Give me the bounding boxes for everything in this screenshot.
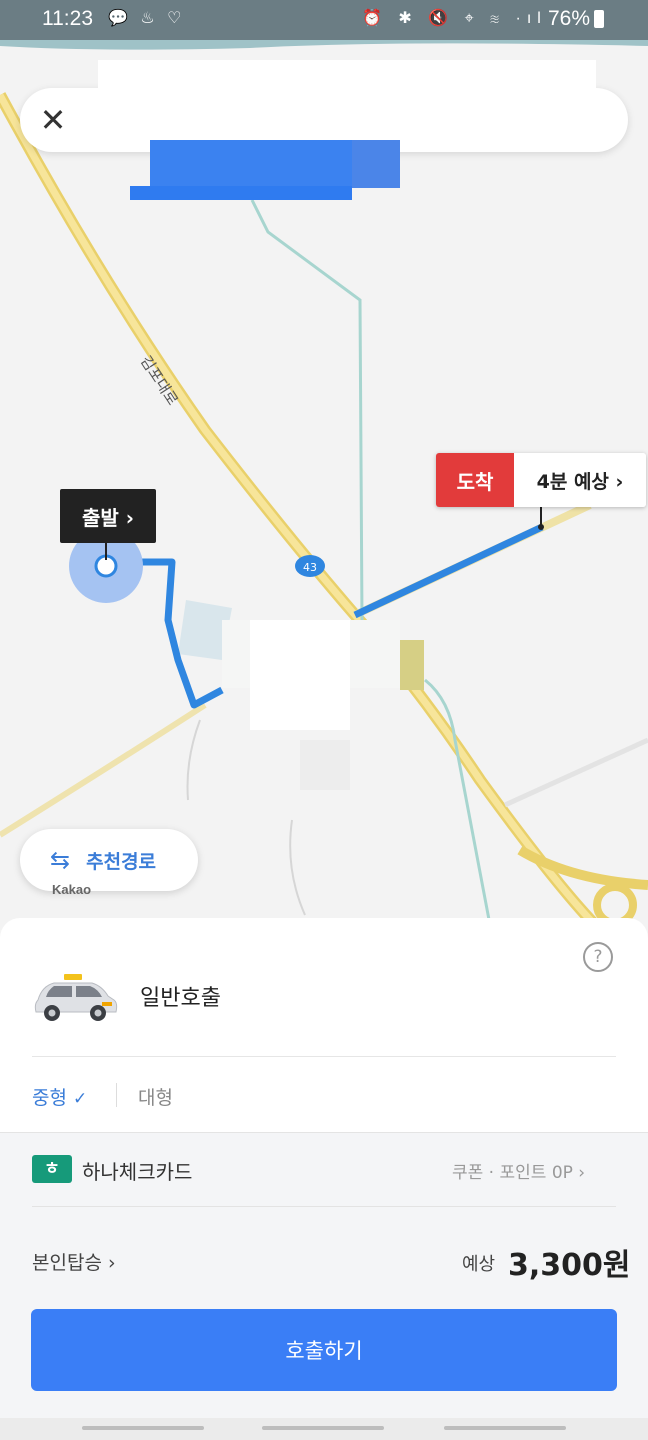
help-icon[interactable]: ?	[583, 942, 613, 972]
nav-back[interactable]	[444, 1426, 566, 1430]
fare-price: 3,300원	[508, 1248, 631, 1283]
route-line-end	[353, 523, 544, 619]
divider-2	[32, 1206, 616, 1207]
nav-recent[interactable]	[82, 1426, 204, 1430]
close-icon[interactable]: ✕	[36, 101, 70, 139]
call-taxi-button[interactable]: 호출하기	[31, 1309, 617, 1391]
path-line-2	[289, 819, 306, 916]
start-label[interactable]: 출발 ›	[60, 489, 157, 543]
taxi-icon	[34, 974, 118, 1021]
size-separator	[116, 1083, 117, 1107]
notification-icons: 💬 ♨ ♡	[108, 10, 186, 27]
battery-icon	[594, 10, 604, 28]
payment-card[interactable]: 하나체크카드	[82, 1156, 192, 1185]
nav-home[interactable]	[262, 1426, 384, 1430]
estimate-label: 예상	[462, 1254, 496, 1275]
check-icon: ✓	[72, 1089, 88, 1109]
redacted-address	[98, 60, 596, 142]
system-nav-bar	[0, 1418, 648, 1440]
redacted-underline	[130, 186, 352, 200]
river-area	[0, 40, 648, 50]
minor-road	[503, 737, 648, 808]
size-option-large[interactable]: 대형	[138, 1083, 173, 1110]
arrival-tag: 도착	[436, 453, 514, 507]
redacted-highlight-2	[352, 140, 400, 188]
self-ride-option[interactable]: 본인탑승 ›	[32, 1248, 116, 1275]
status-time: 11:23	[42, 7, 93, 30]
coupon-point-link[interactable]: 쿠폰 · 포인트 0P ›	[452, 1158, 585, 1183]
card-logo-icon: ㅎ	[32, 1155, 72, 1183]
status-bar: 11:23 💬 ♨ ♡ ⏰ ✱ 🔇 ⌖ ≋ ·ıl 76%	[0, 0, 648, 40]
service-name[interactable]: 일반호출	[140, 980, 221, 1012]
recommend-route-button[interactable]: ⇆ 추천경로	[20, 829, 198, 891]
size-option-mid-label: 중형	[32, 1087, 67, 1109]
size-option-mid[interactable]: 중형 ✓	[32, 1083, 87, 1110]
arrival-label[interactable]: 도착 4분 예상 ›	[436, 453, 646, 507]
route-icon: ⇆	[50, 846, 71, 874]
eta-label: 4분 예상 ›	[514, 453, 646, 507]
road-number: 43	[303, 561, 317, 574]
system-status-icons: ⏰ ✱ 🔇 ⌖ ≋ ·ıl	[362, 10, 547, 27]
side-road	[0, 702, 207, 838]
battery-percent: 76%	[548, 7, 591, 30]
map-logo: Kakao	[52, 882, 92, 897]
recommend-route-label: 추천경로	[86, 850, 157, 873]
divider	[32, 1056, 616, 1057]
path-line	[186, 719, 201, 801]
